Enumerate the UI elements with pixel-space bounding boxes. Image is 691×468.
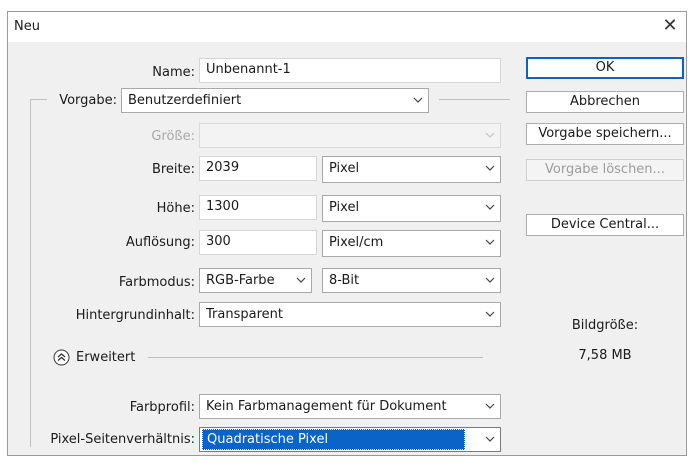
breite-label: Breite:: [151, 162, 195, 177]
groesse-label: Größe:: [151, 129, 195, 144]
pixelverhaeltnis-label: Pixel-Seitenverhältnis:: [50, 432, 195, 447]
image-size-label: Bildgröße:: [571, 318, 639, 333]
window-title: Neu: [14, 19, 40, 34]
ok-button[interactable]: OK: [526, 57, 684, 79]
erweitert-label: Erweitert: [76, 350, 136, 365]
double-chevron-up-icon[interactable]: [53, 349, 70, 366]
aufloesung-label: Auflösung:: [125, 235, 195, 250]
farbprofil-value: Kein Farbmanagement für Dokument: [206, 399, 447, 414]
title-bar: Neu ✕: [8, 12, 686, 42]
hintergrund-value: Transparent: [206, 307, 283, 322]
group-border-top-left: [30, 99, 47, 100]
hoehe-unit-value: Pixel: [329, 200, 360, 215]
group-border-left: [30, 99, 31, 447]
pixelverhaeltnis-select[interactable]: Quadratische Pixel: [199, 427, 501, 452]
chevron-down-icon: [485, 165, 495, 171]
bit-depth-select[interactable]: 8-Bit: [322, 268, 501, 293]
chevron-down-icon: [485, 436, 495, 442]
farbmodus-select[interactable]: RGB-Farbe: [199, 268, 312, 293]
close-icon[interactable]: ✕: [660, 15, 680, 37]
chevron-down-icon: [485, 403, 495, 409]
breite-unit-value: Pixel: [329, 161, 360, 176]
vorgabe-select[interactable]: Benutzerdefiniert: [121, 88, 429, 113]
breite-field[interactable]: 2039: [199, 156, 317, 181]
pixelverhaeltnis-value: Quadratische Pixel: [202, 429, 465, 450]
hoehe-label: Höhe:: [156, 201, 195, 216]
bit-depth-value: 8-Bit: [329, 273, 360, 288]
farbprofil-label: Farbprofil:: [129, 400, 195, 415]
farbmodus-value: RGB-Farbe: [206, 273, 275, 288]
chevron-down-icon: [413, 97, 423, 103]
chevron-down-icon: [296, 277, 306, 283]
cancel-button[interactable]: Abbrechen: [526, 91, 684, 113]
vorgabe-value: Benutzerdefiniert: [128, 93, 242, 108]
groesse-select[interactable]: [199, 123, 501, 148]
chevron-down-icon: [485, 204, 495, 210]
farbmodus-label: Farbmodus:: [118, 275, 195, 290]
hoehe-field[interactable]: 1300: [199, 195, 317, 220]
name-label: Name:: [152, 65, 195, 80]
image-size-value: 7,58 MB: [578, 348, 632, 363]
chevron-down-icon: [485, 132, 495, 138]
hintergrund-select[interactable]: Transparent: [199, 302, 501, 327]
chevron-down-icon: [485, 311, 495, 317]
aufloesung-unit-value: Pixel/cm: [329, 235, 384, 250]
chevron-down-icon: [485, 277, 495, 283]
hintergrund-label: Hintergrundinhalt:: [75, 308, 195, 323]
new-document-dialog: Neu ✕ Name: Unbenannt-1 Vorgabe: Benutze…: [7, 11, 687, 456]
vorgabe-label: Vorgabe:: [59, 93, 117, 108]
aufloesung-field[interactable]: 300: [199, 230, 317, 255]
device-central-button[interactable]: Device Central...: [526, 214, 684, 236]
save-preset-button[interactable]: Vorgabe speichern...: [526, 123, 684, 145]
hoehe-unit-select[interactable]: Pixel: [322, 195, 501, 222]
delete-preset-button[interactable]: Vorgabe löschen...: [526, 159, 684, 181]
erweitert-divider: [148, 357, 483, 358]
chevron-down-icon: [485, 239, 495, 245]
breite-unit-select[interactable]: Pixel: [322, 156, 501, 183]
name-field[interactable]: Unbenannt-1: [199, 58, 501, 83]
farbprofil-select[interactable]: Kein Farbmanagement für Dokument: [199, 394, 501, 419]
aufloesung-unit-select[interactable]: Pixel/cm: [322, 230, 501, 257]
group-border-top-right: [439, 99, 510, 100]
